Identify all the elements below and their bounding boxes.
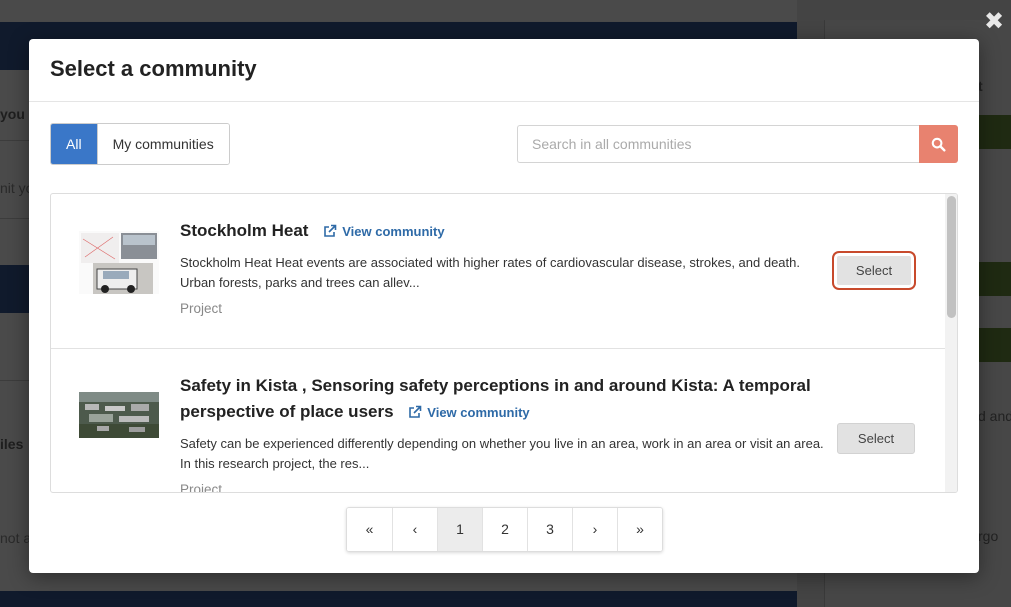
background-green-block	[978, 115, 1011, 149]
community-thumbnail	[79, 392, 159, 438]
page-1-button[interactable]: 1	[437, 508, 482, 551]
filter-all-button[interactable]: All	[51, 124, 97, 164]
community-type: Project	[180, 482, 223, 493]
filter-my-communities-button[interactable]: My communities	[96, 124, 229, 164]
background-text: iles	[0, 436, 24, 452]
view-community-label: View community	[427, 405, 530, 420]
background-text: d and	[978, 408, 1011, 424]
community-title-line: Safety in Kista , Sensoring safety perce…	[180, 373, 825, 426]
community-type: Project	[180, 301, 223, 316]
community-body: Stockholm Heat View community Stockholm …	[180, 218, 820, 316]
community-title: Stockholm Heat	[180, 221, 309, 240]
background-text: rgo	[978, 528, 999, 544]
community-item: Stockholm Heat View community Stockholm …	[51, 194, 945, 349]
next-page-button[interactable]: ›	[572, 508, 617, 551]
community-item: Safety in Kista , Sensoring safety perce…	[51, 349, 945, 493]
community-list[interactable]: Stockholm Heat View community Stockholm …	[50, 193, 958, 493]
view-community-link[interactable]: View community	[408, 405, 530, 420]
community-title-line: Stockholm Heat View community	[180, 218, 820, 245]
select-community-modal: Select a community All My communities Se…	[29, 39, 979, 573]
previous-page-button[interactable]: ‹	[392, 508, 437, 551]
background-footer-bar	[0, 591, 797, 607]
community-description: Safety can be experienced differently de…	[180, 436, 824, 471]
search-input[interactable]	[517, 125, 919, 163]
select-button[interactable]: Select	[832, 251, 916, 290]
community-filter-toggle: All My communities	[50, 123, 230, 165]
background-green-block	[978, 262, 1011, 296]
first-page-button[interactable]: «	[347, 508, 392, 551]
background-green-block	[978, 328, 1011, 362]
page-2-button[interactable]: 2	[482, 508, 527, 551]
community-thumbnail	[79, 231, 159, 294]
view-community-label: View community	[342, 224, 445, 239]
filter-toolbar: All My communities	[50, 123, 958, 165]
close-icon[interactable]: ✖	[983, 8, 1005, 34]
external-link-icon	[409, 405, 422, 418]
community-search	[517, 125, 958, 163]
list-scrollbar[interactable]	[945, 194, 957, 492]
scrollbar-thumb[interactable]	[947, 196, 956, 318]
background-text: not a	[0, 530, 32, 546]
modal-header: Select a community	[29, 39, 979, 102]
community-body: Safety in Kista , Sensoring safety perce…	[180, 373, 825, 493]
last-page-button[interactable]: »	[617, 508, 662, 551]
view-community-link[interactable]: View community	[323, 224, 445, 239]
page-3-button[interactable]: 3	[527, 508, 572, 551]
search-button[interactable]	[919, 125, 958, 163]
background-text: you	[0, 106, 25, 122]
modal-title: Select a community	[50, 56, 257, 81]
pagination: « ‹ 1 2 3 › »	[346, 507, 663, 552]
external-link-icon	[324, 224, 337, 237]
select-button[interactable]: Select	[837, 423, 915, 454]
search-icon	[931, 137, 946, 152]
community-description: Stockholm Heat Heat events are associate…	[180, 255, 800, 290]
